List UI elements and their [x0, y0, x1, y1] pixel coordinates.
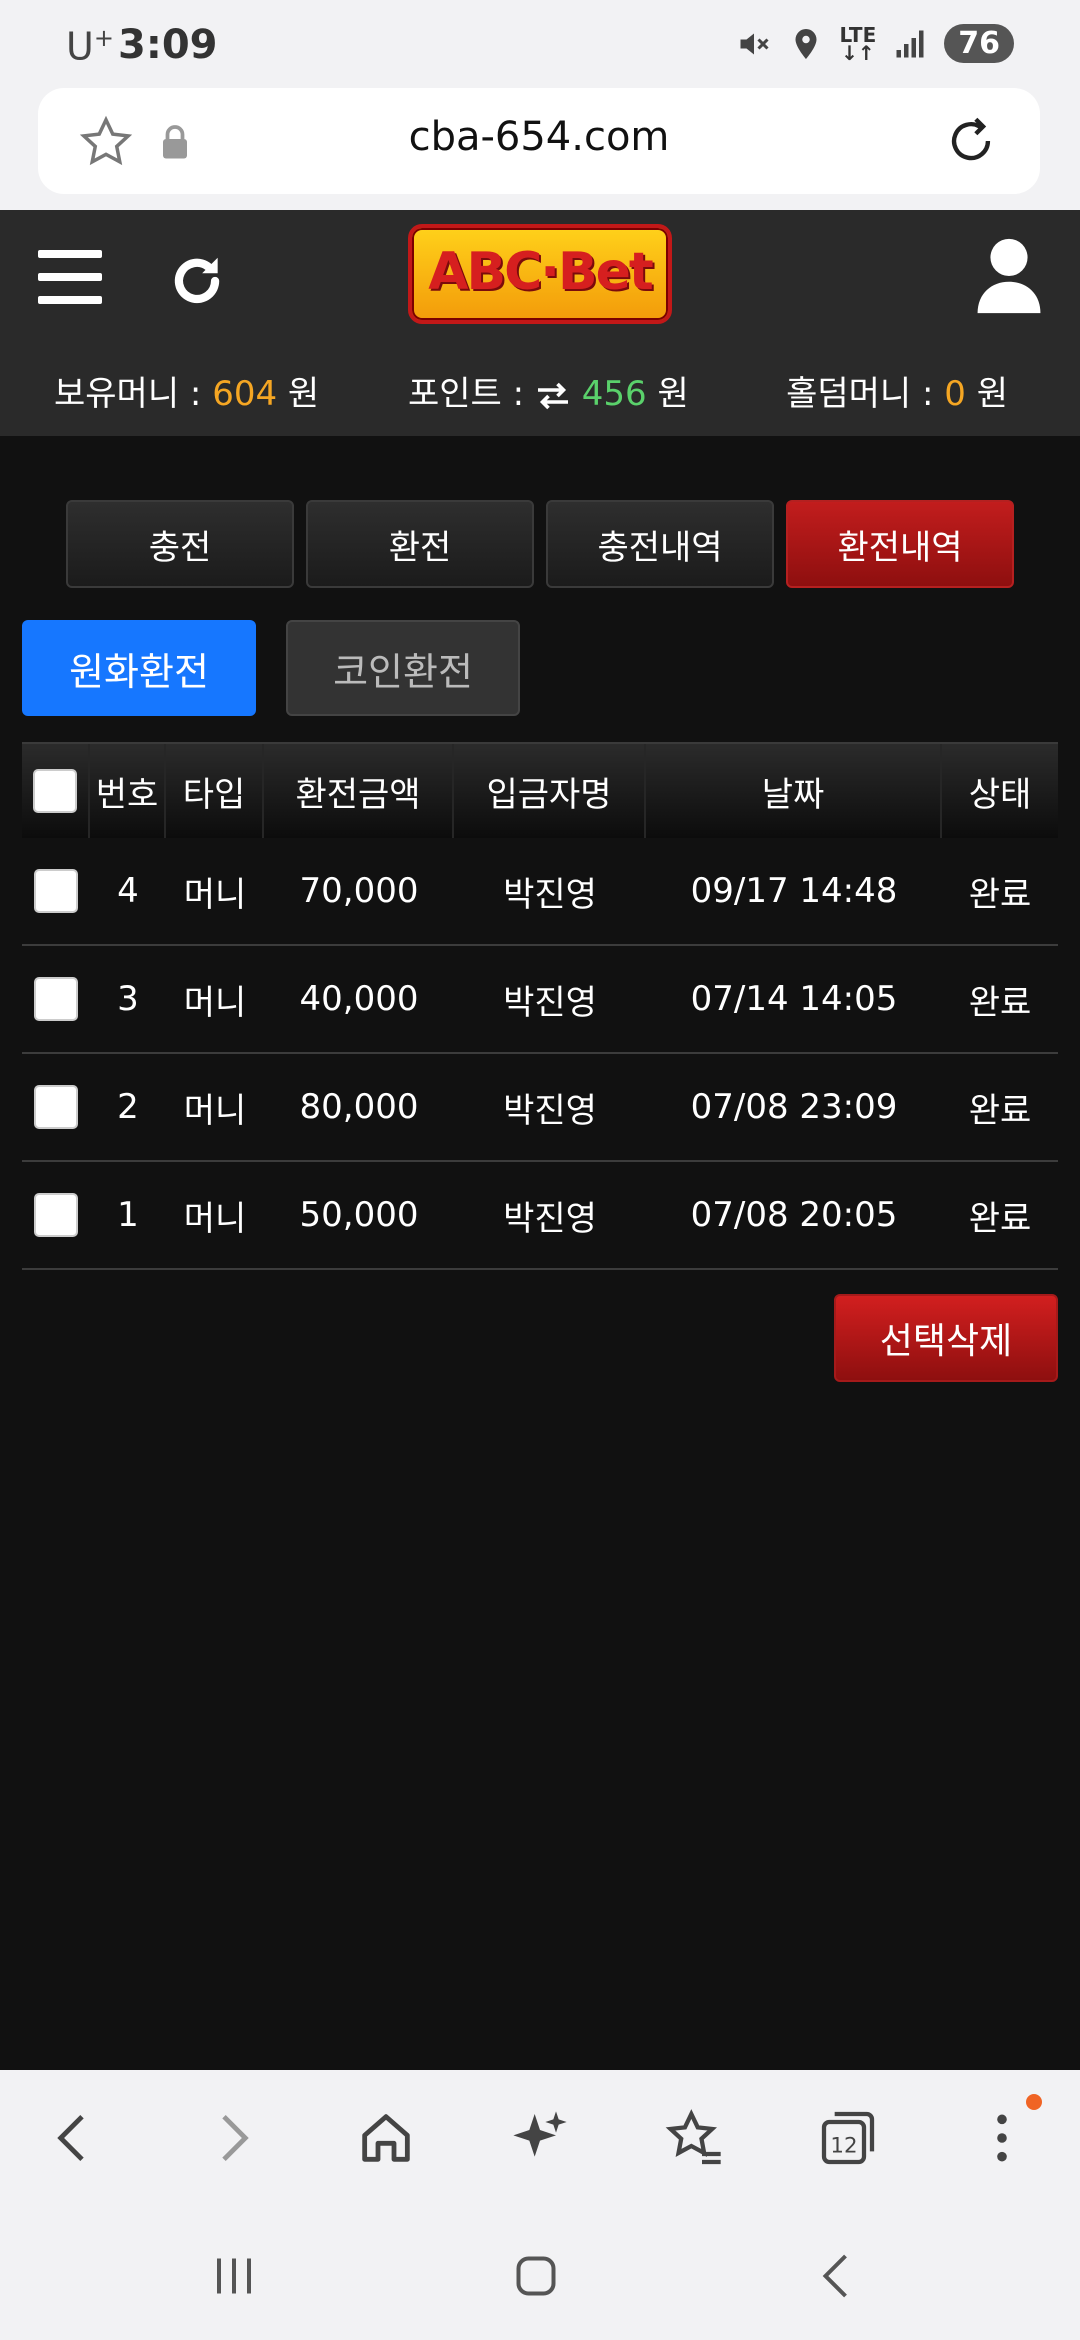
row-checkbox[interactable] [34, 977, 78, 1021]
table-row: 2 머니 80,000 박진영 07/08 23:09 완료 [22, 1054, 1058, 1162]
url-text[interactable]: cba-654.com [38, 114, 1040, 160]
battery-indicator: 76 [944, 24, 1014, 63]
withdraw-history-table: 번호 타입 환전금액 입금자명 날짜 상태 4 머니 70,000 박진영 09… [22, 742, 1058, 1270]
row-checkbox[interactable] [34, 869, 78, 913]
row-select-cell [22, 1162, 90, 1268]
row-number: 1 [117, 1195, 139, 1235]
location-icon [795, 28, 816, 59]
refresh-icon[interactable] [166, 250, 228, 312]
column-header: 환전금액 [264, 744, 454, 838]
row-depositor: 박진영 [503, 874, 597, 915]
address-bar[interactable]: cba-654.com [38, 88, 1040, 194]
browser-toolbar: cba-654.com [0, 88, 1080, 210]
logo-text: ABC·Bet [428, 242, 654, 302]
swap-arrows-icon[interactable] [535, 381, 571, 411]
row-status: 완료 [968, 1198, 1032, 1239]
home-icon[interactable] [354, 2106, 418, 2170]
subtab-coin-withdraw[interactable]: 코인환전 [286, 620, 520, 716]
row-depositor: 박진영 [503, 1090, 597, 1131]
tab-count: 12 [830, 2134, 857, 2159]
row-date: 07/08 23:09 [690, 1087, 898, 1127]
notification-dot [1026, 2094, 1042, 2110]
more-options-icon[interactable] [970, 2106, 1034, 2170]
subtab-krw-withdraw[interactable]: 원화환전 [22, 620, 256, 716]
tabs-icon[interactable]: 12 [816, 2106, 880, 2170]
row-amount: 40,000 [299, 979, 419, 1019]
menu-icon[interactable] [38, 250, 102, 310]
row-date: 07/08 20:05 [690, 1195, 898, 1235]
status-icons: LTE ↓↑ 76 [736, 22, 1014, 65]
row-date: 09/17 14:48 [690, 871, 898, 911]
table-row: 1 머니 50,000 박진영 07/08 20:05 완료 [22, 1162, 1058, 1270]
row-status: 완료 [968, 982, 1032, 1023]
site-header: ABC·Bet 보유머니 : 604 원 포인트 : 456 원 홀덤머니 : … [0, 210, 1080, 436]
row-depositor: 박진영 [503, 1198, 597, 1239]
point-balance[interactable]: 포인트 : 456 원 [408, 366, 689, 415]
tab-withdraw-history[interactable]: 환전내역 [786, 500, 1014, 588]
row-status: 완료 [968, 874, 1032, 915]
sub-tabs: 원화환전 코인환전 [22, 620, 520, 716]
row-checkbox[interactable] [34, 1085, 78, 1129]
carrier-label: U+ [66, 24, 114, 69]
signal-icon [896, 30, 924, 57]
back-icon[interactable] [42, 2106, 106, 2170]
row-select-cell [22, 838, 90, 944]
sparkle-icon[interactable] [508, 2106, 572, 2170]
row-number: 3 [117, 979, 139, 1019]
column-header: 날짜 [646, 744, 942, 838]
table-row: 4 머니 70,000 박진영 09/17 14:48 완료 [22, 838, 1058, 946]
column-header: 번호 [90, 744, 166, 838]
row-amount: 50,000 [299, 1195, 419, 1235]
row-select-cell [22, 946, 90, 1052]
row-amount: 70,000 [299, 871, 419, 911]
tab-withdraw[interactable]: 환전 [306, 500, 534, 588]
back-nav-icon[interactable] [808, 2246, 868, 2306]
row-type: 머니 [183, 874, 247, 915]
column-header: 타입 [166, 744, 264, 838]
row-number: 2 [117, 1087, 139, 1127]
delete-selected-button[interactable]: 선택삭제 [834, 1294, 1058, 1382]
tab-deposit[interactable]: 충전 [66, 500, 294, 588]
recent-apps-icon[interactable] [204, 2246, 264, 2306]
status-bar: U+ 3:09 LTE ↓↑ 76 [0, 0, 1080, 88]
forward-icon[interactable] [200, 2106, 264, 2170]
main-tabs: 충전 환전 충전내역 환전내역 [66, 500, 1014, 588]
balance-bar: 보유머니 : 604 원 포인트 : 456 원 홀덤머니 : 0 원 [0, 366, 1080, 422]
row-checkbox[interactable] [34, 1193, 78, 1237]
select-all-checkbox[interactable] [33, 769, 77, 813]
user-icon[interactable] [974, 236, 1044, 316]
clock: 3:09 [118, 22, 218, 68]
site-logo[interactable]: ABC·Bet [408, 224, 672, 324]
table-header: 번호 타입 환전금액 입금자명 날짜 상태 [22, 742, 1058, 838]
bookmarks-icon[interactable] [662, 2106, 726, 2170]
lte-icon: LTE ↓↑ [839, 22, 877, 65]
row-type: 머니 [183, 982, 247, 1023]
table-row: 3 머니 40,000 박진영 07/14 14:05 완료 [22, 946, 1058, 1054]
row-status: 완료 [968, 1090, 1032, 1131]
holdem-balance: 홀덤머니 : 0 원 [786, 374, 1008, 414]
reload-icon[interactable] [942, 112, 1000, 170]
row-type: 머니 [183, 1090, 247, 1131]
column-header: 입금자명 [454, 744, 646, 838]
mute-icon [740, 33, 769, 54]
row-date: 07/14 14:05 [690, 979, 898, 1019]
system-nav-bar [0, 2210, 1080, 2340]
row-depositor: 박진영 [503, 982, 597, 1023]
row-amount: 80,000 [299, 1087, 419, 1127]
tab-deposit-history[interactable]: 충전내역 [546, 500, 774, 588]
select-all-cell [22, 744, 90, 838]
money-balance: 보유머니 : 604 원 [54, 374, 320, 414]
row-select-cell [22, 1054, 90, 1160]
browser-bottom-bar: 12 [0, 2070, 1080, 2210]
row-number: 4 [117, 871, 139, 911]
home-nav-icon[interactable] [506, 2246, 566, 2306]
column-header: 상태 [968, 774, 1032, 815]
row-type: 머니 [183, 1198, 247, 1239]
